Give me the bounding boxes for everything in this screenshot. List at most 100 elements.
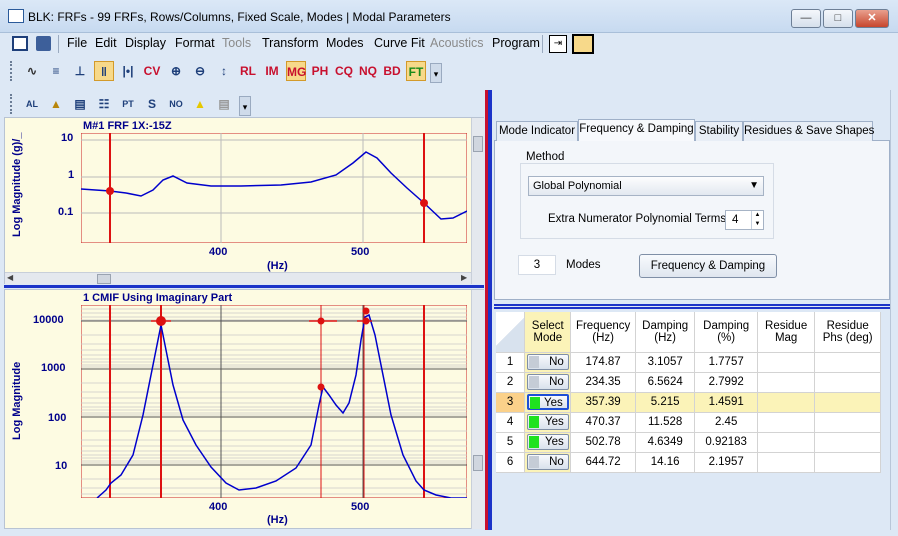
- tab-mode-indicator[interactable]: Mode Indicator: [496, 121, 578, 141]
- select-mode-toggle[interactable]: No: [526, 354, 569, 370]
- warning-icon[interactable]: ▲: [190, 94, 210, 114]
- select-mode-toggle[interactable]: Yes: [526, 414, 569, 430]
- disabled-chart-icon[interactable]: ▤: [214, 94, 234, 114]
- close-button[interactable]: ✕: [855, 9, 889, 28]
- table-icon[interactable]: ☷: [94, 94, 114, 114]
- stack-icon[interactable]: ▤: [70, 94, 90, 114]
- clv-icon[interactable]: CV: [142, 61, 162, 81]
- cursor-pair-icon[interactable]: ‖: [94, 61, 114, 81]
- table-row[interactable]: 2 No 234.35 6.5624 2.7992: [496, 372, 881, 393]
- tab-residues-save-shapes[interactable]: Residues & Save Shapes: [743, 121, 874, 141]
- frf-plot-area[interactable]: [81, 133, 467, 243]
- select-mode-toggle[interactable]: Yes: [526, 394, 569, 410]
- toolbar-overflow-button[interactable]: ▾: [239, 96, 251, 116]
- splitter[interactable]: [494, 304, 890, 306]
- list-icon[interactable]: ≡: [46, 61, 66, 81]
- vertical-scrollbar[interactable]: [471, 118, 484, 284]
- modes-count-field[interactable]: 3: [518, 255, 556, 275]
- minimize-button[interactable]: —: [791, 9, 821, 28]
- maximize-button[interactable]: □: [823, 9, 853, 28]
- zoom-out-icon[interactable]: ⊖: [190, 61, 210, 81]
- col-header-frequency[interactable]: Frequency (Hz): [570, 312, 636, 353]
- peak-marker[interactable]: [317, 317, 325, 325]
- scroll-thumb[interactable]: [473, 455, 483, 471]
- window-icon[interactable]: [12, 36, 28, 51]
- tab-frequency-damping[interactable]: Frequency & Damping: [578, 119, 695, 141]
- stepper-arrows-icon[interactable]: ▲ ▼: [751, 211, 763, 229]
- extra-terms-stepper[interactable]: 4 ▲ ▼: [725, 210, 764, 230]
- cursor-marker[interactable]: [420, 199, 428, 207]
- splitter[interactable]: [4, 285, 484, 288]
- y-tick: 10: [61, 132, 74, 144]
- col-header-residue-phs[interactable]: Residue Phs (deg): [814, 312, 881, 353]
- magnitude-icon[interactable]: MG: [286, 61, 306, 81]
- peak-marker[interactable]: [362, 317, 370, 325]
- pin-icon[interactable]: ⇥: [549, 35, 567, 53]
- scroll-thumb[interactable]: [473, 136, 483, 152]
- col-header-damping-hz[interactable]: Damping (Hz): [635, 312, 696, 353]
- cell-damping-hz: 5.215: [635, 392, 696, 413]
- chart-icon[interactable]: ▲: [46, 94, 66, 114]
- peak-marker[interactable]: [317, 383, 325, 391]
- imaginary-icon[interactable]: IM: [262, 61, 282, 81]
- table-row[interactable]: 4 Yes 470.37 11.528 2.45: [496, 412, 881, 433]
- x-tick: 500: [351, 501, 370, 513]
- s-icon[interactable]: S: [142, 94, 162, 114]
- no-icon[interactable]: NO: [166, 94, 186, 114]
- co-quad-icon[interactable]: CQ: [334, 61, 354, 81]
- vertical-scrollbar[interactable]: [471, 290, 484, 529]
- toggle-indicator: [528, 436, 539, 448]
- toolbar-grip[interactable]: [10, 94, 14, 114]
- menu-acoustics[interactable]: Acoustics: [430, 36, 484, 50]
- bode-icon[interactable]: BD: [382, 61, 402, 81]
- menu-transform[interactable]: Transform: [262, 36, 319, 50]
- menu-edit[interactable]: Edit: [95, 36, 117, 50]
- menu-modes[interactable]: Modes: [326, 36, 364, 50]
- band-cursor-icon[interactable]: |•|: [118, 61, 138, 81]
- x-tick: 400: [209, 501, 228, 513]
- col-header-select-mode[interactable]: Select Mode: [524, 312, 572, 353]
- tab-stability[interactable]: Stability: [695, 121, 743, 141]
- table-row[interactable]: 3 Yes 357.39 5.215 1.4591: [496, 392, 881, 413]
- fit-icon[interactable]: FT: [406, 61, 426, 81]
- menu-display[interactable]: Display: [125, 36, 166, 50]
- real-icon[interactable]: RL: [238, 61, 258, 81]
- vertical-splitter-blue[interactable]: [488, 90, 492, 530]
- select-mode-toggle[interactable]: Yes: [526, 434, 569, 450]
- frequency-damping-button[interactable]: Frequency & Damping: [639, 254, 777, 278]
- panel-icon[interactable]: [572, 34, 594, 54]
- vertical-scale-icon[interactable]: ↕: [214, 61, 234, 81]
- nyquist-icon[interactable]: NQ: [358, 61, 378, 81]
- curve-icon[interactable]: ∿: [22, 61, 42, 81]
- col-header-damping-pct[interactable]: Damping (%): [694, 312, 758, 353]
- menu-tools[interactable]: Tools: [222, 36, 251, 50]
- col-header-residue-mag[interactable]: Residue Mag: [757, 312, 816, 353]
- all-icon[interactable]: AL: [22, 94, 42, 114]
- menu-format[interactable]: Format: [175, 36, 215, 50]
- menu-program[interactable]: Program: [492, 36, 540, 50]
- save-icon[interactable]: [36, 36, 51, 51]
- zoom-in-icon[interactable]: ⊕: [166, 61, 186, 81]
- points-icon[interactable]: PT: [118, 94, 138, 114]
- menu-curve-fit[interactable]: Curve Fit: [374, 36, 425, 50]
- method-dropdown[interactable]: Global Polynomial ▼: [528, 176, 764, 196]
- peak-marker[interactable]: [156, 316, 166, 326]
- right-edge-scrollbar[interactable]: [890, 90, 898, 530]
- cursor-marker[interactable]: [106, 187, 114, 195]
- table-row[interactable]: 1 No 174.87 3.1057 1.7757: [496, 352, 881, 373]
- toolbar-overflow-button[interactable]: ▾: [430, 63, 442, 83]
- menu-file[interactable]: File: [67, 36, 87, 50]
- select-mode-toggle[interactable]: No: [526, 374, 569, 390]
- splitter[interactable]: [494, 307, 890, 309]
- peak-marker[interactable]: [362, 307, 370, 315]
- table-row[interactable]: 5 Yes 502.78 4.6349 0.92183: [496, 432, 881, 453]
- phase-icon[interactable]: PH: [310, 61, 330, 81]
- baseline-icon[interactable]: ⊥: [70, 61, 90, 81]
- select-mode-toggle[interactable]: No: [526, 454, 569, 470]
- scroll-thumb[interactable]: [97, 274, 111, 284]
- table-row[interactable]: 6 No 644.72 14.16 2.1957: [496, 452, 881, 473]
- cmif-plot-area[interactable]: [81, 305, 467, 498]
- horizontal-scrollbar[interactable]: ◀ ▶: [5, 272, 471, 284]
- toolbar-grip[interactable]: [10, 61, 14, 81]
- y-tick: 1: [68, 169, 75, 181]
